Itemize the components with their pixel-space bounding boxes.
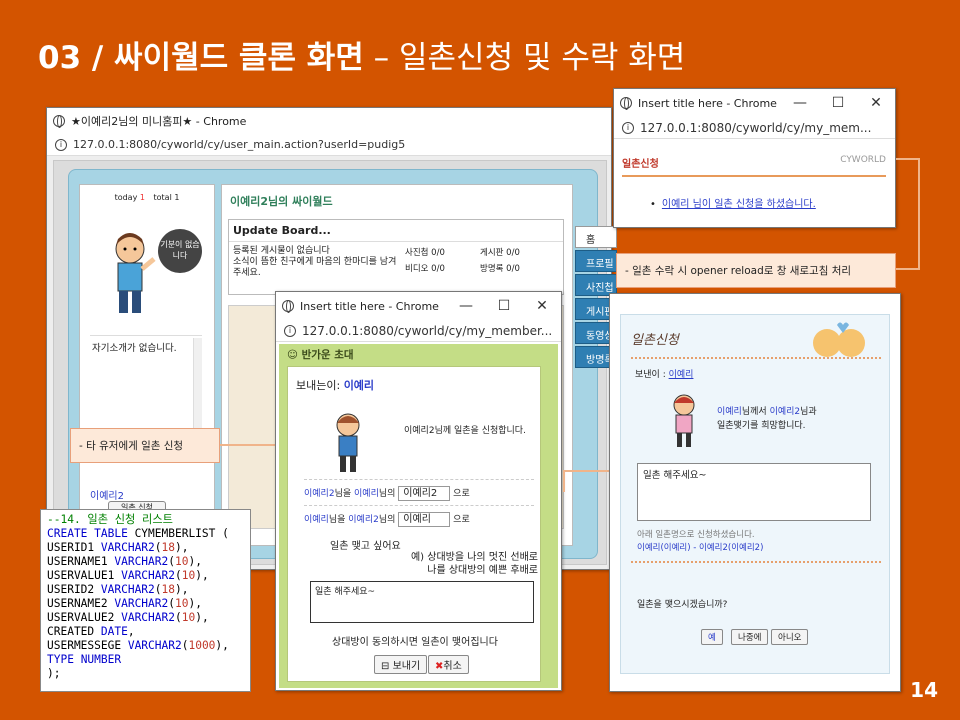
url-text: 127.0.0.1:8080/cyworld/cy/my_mem...: [640, 120, 872, 135]
left-panel: today 1 total 1 기분이 없습니다 자기소개가 없습니다. 이예리…: [79, 184, 215, 546]
info-icon: i: [284, 324, 296, 337]
accept-divider: [631, 357, 881, 359]
notify-window: Insert title here - Chrome — ☐ ✕ i 127.0…: [613, 88, 896, 228]
accept-request-text: 이예리님께서 이예리2님과 일촌맺기를 희망합니다.: [717, 407, 817, 431]
window-title: Insert title here - Chrome: [638, 96, 777, 110]
relation-row-1: 이예리2님을 이예리님의 이예리2 으로: [304, 479, 534, 501]
maximize-button[interactable]: ☐: [819, 95, 857, 111]
info-icon: i: [622, 121, 634, 134]
code-line: USERVALUE1 VARCHAR2(10),: [47, 569, 209, 582]
update-board: Update Board... 등록된 게시물이 없습니다 소식이 뜸한 친구에게…: [228, 219, 564, 295]
window-titlebar: ★이예리2님의 미니홈피★ - Chrome: [47, 108, 611, 134]
code-line: CREATED DATE,: [47, 625, 135, 638]
agree-text: 상대방이 동의하시면 일촌이 맺어집니다: [332, 637, 498, 648]
note-accept: - 일촌 수락 시 opener reload로 창 새로고침 처리: [616, 253, 896, 288]
board-stats: 사진첩 0/0 게시판 0/0 비디오 0/0 방명록 0/0: [405, 246, 555, 274]
connector-line-2: [563, 470, 611, 492]
code-line: USERID1 VARCHAR2(18),: [47, 541, 189, 554]
notify-message[interactable]: • 이예리 님이 일촌 신청을 하셨습니다.: [650, 195, 816, 210]
code-line: USERMESSEGE VARCHAR2(1000),: [47, 639, 229, 652]
code-line: --14. 일촌 신청 리스트: [47, 513, 173, 526]
cancel-button[interactable]: ✖취소: [428, 655, 469, 674]
chrome-icon: [282, 300, 294, 313]
intro-text: 자기소개가 없습니다.: [92, 343, 177, 354]
relation-input-1[interactable]: 이예리2: [398, 486, 451, 501]
connector-line: [220, 444, 280, 492]
message-textarea[interactable]: 일촌 해주세요~: [310, 581, 534, 623]
window-titlebar: Insert title here - Chrome — ☐ ✕: [276, 292, 561, 320]
invite-header: ☺ 반가운 초대: [287, 349, 354, 361]
accept-card: 일촌신청 보낸이 : 이예리 이예리님께서 이예리2님과 일촌맺기를 희망합니다…: [620, 314, 890, 674]
close-button[interactable]: ✕: [523, 298, 561, 314]
later-button[interactable]: 나중에: [731, 629, 769, 645]
code-line: TYPE NUMBER: [47, 653, 122, 666]
invite-card: 보내는이: 이예리 이예리2님께 일촌을 신청합니다. 이예리2님을 이예리님의…: [287, 366, 541, 682]
yes-button[interactable]: 예: [701, 629, 723, 645]
url-text: 127.0.0.1:8080/cyworld/cy/my_member...: [302, 323, 553, 338]
address-bar[interactable]: i 127.0.0.1:8080/cyworld/cy/user_main.ac…: [47, 134, 611, 156]
address-bar[interactable]: i 127.0.0.1:8080/cyworld/cy/my_mem...: [614, 117, 895, 139]
connector-line-3: [896, 158, 920, 270]
invite-body: ☺ 반가운 초대 보내는이: 이예리 이예리2님께 일촌을 신청합니다. 이예리…: [279, 344, 558, 688]
code-line: USERID2 VARCHAR2(18),: [47, 583, 189, 596]
url-text: 127.0.0.1:8080/cyworld/cy/user_main.acti…: [73, 138, 406, 151]
chrome-icon: [53, 115, 65, 128]
accept-divider-2: [631, 561, 881, 563]
accept-avatar: [667, 393, 701, 449]
stat-guestbook[interactable]: 방명록 0/0: [480, 262, 555, 274]
sql-code-block: --14. 일촌 신청 리스트 CREATE TABLE CYMEMBERLIST…: [40, 509, 251, 692]
relation-row-2: 이예리님을 이예리2님의 이예리 으로: [304, 505, 534, 527]
no-button[interactable]: 아니오: [771, 629, 809, 645]
accept-question: 일촌을 맺으시겠습니까?: [637, 600, 728, 610]
sender-line: 보내는이: 이예리: [296, 379, 375, 392]
stat-photo[interactable]: 사진첩 0/0: [405, 246, 480, 258]
minimize-button[interactable]: —: [781, 95, 819, 111]
code-line: USERNAME2 VARCHAR2(10),: [47, 597, 202, 610]
send-button[interactable]: ⊟ 보내기: [374, 655, 428, 674]
couple-illustration: [807, 319, 873, 361]
code-line: USERVALUE2 VARCHAR2(10),: [47, 611, 209, 624]
chrome-icon: [620, 97, 632, 110]
accept-window: 일촌신청 보낸이 : 이예리 이예리님께서 이예리2님과 일촌맺기를 희망합니다…: [609, 293, 901, 692]
stat-video[interactable]: 비디오 0/0: [405, 262, 480, 274]
notify-header: 일촌신청 CYWORLD: [622, 155, 886, 177]
board-empty-msg: 등록된 게시물이 없습니다 소식이 뜸한 친구에게 마음의 한마디를 남겨주세요.: [233, 246, 397, 278]
nav-tab-home[interactable]: 홈: [575, 226, 617, 248]
note-friend-request: - 타 유저에게 일촌 신청: [70, 428, 220, 463]
relation-input-2[interactable]: 이예리: [398, 512, 451, 527]
profile-character: [104, 225, 164, 325]
board-title: Update Board...: [229, 220, 563, 242]
accept-message[interactable]: 일촌 해주세요~: [637, 463, 871, 521]
code-line: );: [47, 667, 61, 680]
code-line: CREATE TABLE CYMEMBERLIST (: [47, 527, 229, 540]
sender-avatar: [328, 411, 368, 477]
close-button[interactable]: ✕: [857, 95, 895, 111]
slide-title: 03 / 싸이월드 클론 화면 – 일촌신청 및 수락 화면: [38, 40, 686, 76]
sender-line: 보낸이 : 이예리: [635, 370, 694, 380]
request-text: 이예리2님께 일촌을 신청합니다.: [404, 426, 526, 436]
window-titlebar: Insert title here - Chrome — ☐ ✕: [614, 89, 895, 117]
want-text: 일촌 맺고 싶어요: [330, 541, 401, 552]
accept-logo: 일촌신청: [631, 333, 679, 348]
page-number: 14: [910, 678, 938, 702]
home-title: 이예리2님의 싸이월드: [230, 195, 333, 208]
stat-board[interactable]: 게시판 0/0: [480, 246, 555, 258]
visitor-counter: today 1 total 1: [114, 193, 180, 202]
username-label: 이예리2: [90, 491, 124, 502]
window-title: Insert title here - Chrome: [300, 299, 439, 313]
address-bar[interactable]: i 127.0.0.1:8080/cyworld/cy/my_member...: [276, 320, 561, 342]
invite-window: Insert title here - Chrome — ☐ ✕ i 127.0…: [275, 291, 562, 691]
window-title: ★이예리2님의 미니홈피★ - Chrome: [71, 115, 247, 128]
maximize-button[interactable]: ☐: [485, 298, 523, 314]
speech-bubble: 기분이 없습니다: [158, 229, 202, 273]
info-icon: i: [55, 138, 67, 151]
nav-tab-profile[interactable]: 프로필: [575, 250, 617, 272]
cyworld-logo: CYWORLD: [840, 155, 886, 165]
example-text: 예) 상대방을 나의 멋진 선배로 나를 상대방의 예쁜 후배로: [410, 552, 538, 576]
minimize-button[interactable]: —: [447, 298, 485, 314]
code-line: USERNAME1 VARCHAR2(10),: [47, 555, 202, 568]
accept-info: 아래 일촌명으로 신청하셨습니다. 이예리(이예리) - 이예리2(이예리2): [637, 530, 764, 553]
